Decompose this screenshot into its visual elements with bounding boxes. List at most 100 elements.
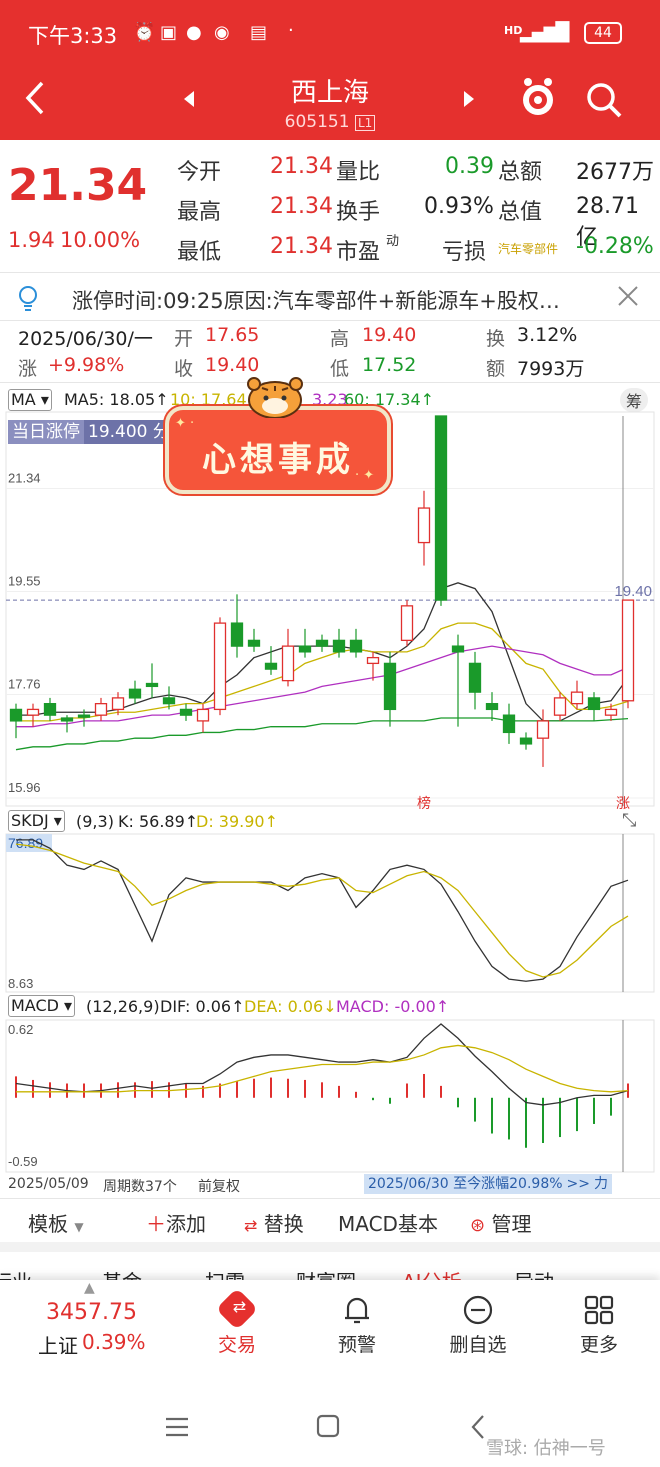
- candle-body: [519, 737, 533, 745]
- manage-button[interactable]: ⊛ 管理: [470, 1208, 531, 1237]
- y-tick-label: 15.96: [8, 780, 41, 795]
- market-cap-label: 总值: [498, 200, 543, 225]
- replace-indicator-button[interactable]: ⇄ 替换: [244, 1208, 304, 1237]
- menu-icon[interactable]: [164, 1416, 190, 1438]
- current-price: 21.34: [8, 160, 148, 211]
- candle-body: [145, 682, 159, 688]
- sector-label[interactable]: 汽车零部件: [498, 240, 558, 257]
- stock-code-row: 605151 L1: [230, 112, 430, 132]
- home-icon[interactable]: [316, 1414, 340, 1438]
- expand-icon[interactable]: ⤡: [622, 810, 636, 831]
- adjust-mode[interactable]: 前复权: [198, 1176, 240, 1196]
- day-low-label: 低: [330, 358, 350, 380]
- collapse-arrow-icon[interactable]: ▲: [84, 1280, 95, 1296]
- day-open-label: 开: [174, 328, 194, 350]
- candle-body: [315, 639, 329, 647]
- skdj-k-label: K: 56.89↑: [118, 812, 199, 831]
- nav-more[interactable]: 更多: [574, 1294, 624, 1357]
- stock-code: 605151: [284, 112, 350, 132]
- limit-up-notice[interactable]: 涨停时间:09:25原因:汽车零部件+新能源车+股权…: [0, 274, 660, 320]
- price-change: 1.94: [8, 228, 55, 252]
- range-end: 力: [594, 1176, 608, 1192]
- candle-body: [128, 688, 142, 699]
- candle-body: [281, 645, 295, 682]
- price-change-pct: 10.00%: [60, 228, 141, 252]
- system-back-icon[interactable]: [470, 1414, 486, 1440]
- candle-body: [111, 697, 125, 711]
- nav-remove-watchlist[interactable]: 删自选: [446, 1294, 510, 1357]
- notification-icon: ●: [186, 22, 202, 43]
- watermark: 雪球: 估神一号: [486, 1438, 606, 1459]
- turnover-label: 换手: [336, 200, 381, 225]
- day-amount: 7993万: [517, 358, 585, 380]
- more-dot-icon: ·: [288, 20, 294, 41]
- candle-body: [9, 708, 23, 722]
- nav-trade[interactable]: ⇄ 交易: [212, 1287, 262, 1357]
- robot-assistant-icon[interactable]: [518, 76, 558, 118]
- candle-body: [213, 622, 227, 711]
- stock-name: 西上海: [290, 78, 369, 108]
- bottom-nav: ▲ 3457.75 上证 0.39% ⇄ 交易 预警 删自选 更多: [0, 1280, 660, 1390]
- nav-alert[interactable]: 预警: [332, 1294, 382, 1357]
- minus-circle-icon: [463, 1295, 493, 1325]
- day-info-panel: 2025/06/30/一 开 17.65 高 19.40 换 3.12% 涨 +…: [0, 320, 660, 382]
- add-indicator-button[interactable]: ＋添加: [146, 1208, 206, 1237]
- index-value: 3457.75: [46, 1300, 137, 1325]
- candle-body: [43, 703, 57, 716]
- level-badge: L1: [354, 115, 376, 131]
- search-icon[interactable]: [584, 80, 624, 120]
- skdj-legend: SKDJ ▾ (9,3) K: 56.89↑ D: 39.90↑ ⤡: [0, 808, 660, 834]
- candle-body: [77, 714, 91, 718]
- candle-body: [349, 639, 363, 653]
- skdj-selector[interactable]: SKDJ ▾: [8, 810, 65, 832]
- indicator-toolbar: 模板 ▼ ＋添加 ⇄ 替换 MACD基本 ⊛ 管理: [0, 1200, 660, 1242]
- y-tick-label: 19.55: [8, 573, 41, 588]
- back-icon[interactable]: [22, 80, 48, 116]
- kline-chart-area[interactable]: 21.3419.5517.7615.9619.40榜 涨76.898.630.62…: [0, 382, 660, 1202]
- lightbulb-icon: [19, 286, 37, 311]
- start-date: 2025/05/09: [8, 1176, 89, 1192]
- grid-icon: [584, 1295, 614, 1325]
- sparkle-icon: · ✦: [355, 468, 375, 483]
- open-label: 今开: [177, 160, 222, 185]
- candle-body: [400, 605, 414, 642]
- alarm-icon: ⏰: [133, 22, 156, 43]
- macd-basic-button[interactable]: MACD基本: [338, 1208, 438, 1237]
- candle-body: [230, 622, 244, 647]
- index-info[interactable]: 上证 0.39%: [38, 1330, 146, 1359]
- candle-body: [298, 645, 312, 653]
- prev-stock-icon[interactable]: [182, 90, 196, 108]
- candle-body: [502, 714, 516, 734]
- macd-selector[interactable]: MACD ▾: [8, 995, 76, 1017]
- candle-body: [60, 717, 74, 722]
- candle-body: [434, 415, 448, 601]
- high-value: 21.34: [270, 194, 333, 219]
- open-value: 21.34: [270, 154, 333, 179]
- macd-params: (12,26,9): [86, 997, 160, 1016]
- day-high-label: 高: [330, 328, 350, 350]
- candle-body: [451, 645, 465, 653]
- day-change-label: 涨: [18, 358, 38, 380]
- sector-change-value: -0.28%: [576, 234, 654, 259]
- next-stock-icon[interactable]: [462, 90, 476, 108]
- candle-body: [536, 720, 550, 739]
- skdj-params: (9,3): [76, 812, 114, 831]
- candle-body: [417, 507, 431, 544]
- day-open: 17.65: [205, 324, 260, 346]
- chart-footer: 2025/05/09 周期数37个 前复权 2025/06/30 至今涨幅20.…: [0, 1174, 660, 1196]
- candle-body: [179, 708, 193, 716]
- template-button[interactable]: 模板 ▼: [28, 1208, 84, 1237]
- candle-body: [383, 662, 397, 711]
- status-time: 下午3:33: [28, 24, 118, 48]
- battery-icon: 44: [584, 22, 622, 44]
- candle-body: [264, 662, 278, 670]
- range-summary[interactable]: 2025/06/30 至今涨幅20.98% >> 力: [364, 1174, 612, 1194]
- sparkle-icon: ✦ ·: [175, 416, 195, 431]
- macd-top-tick: 0.62: [8, 1022, 33, 1037]
- amount-value: 2677万: [576, 160, 654, 185]
- close-icon[interactable]: [617, 285, 639, 307]
- range-arrow: >>: [566, 1176, 590, 1192]
- low-label: 最低: [177, 240, 222, 265]
- index-pct: 0.39%: [82, 1330, 146, 1354]
- range-text: 2025/06/30 至今涨幅20.98%: [368, 1176, 563, 1192]
